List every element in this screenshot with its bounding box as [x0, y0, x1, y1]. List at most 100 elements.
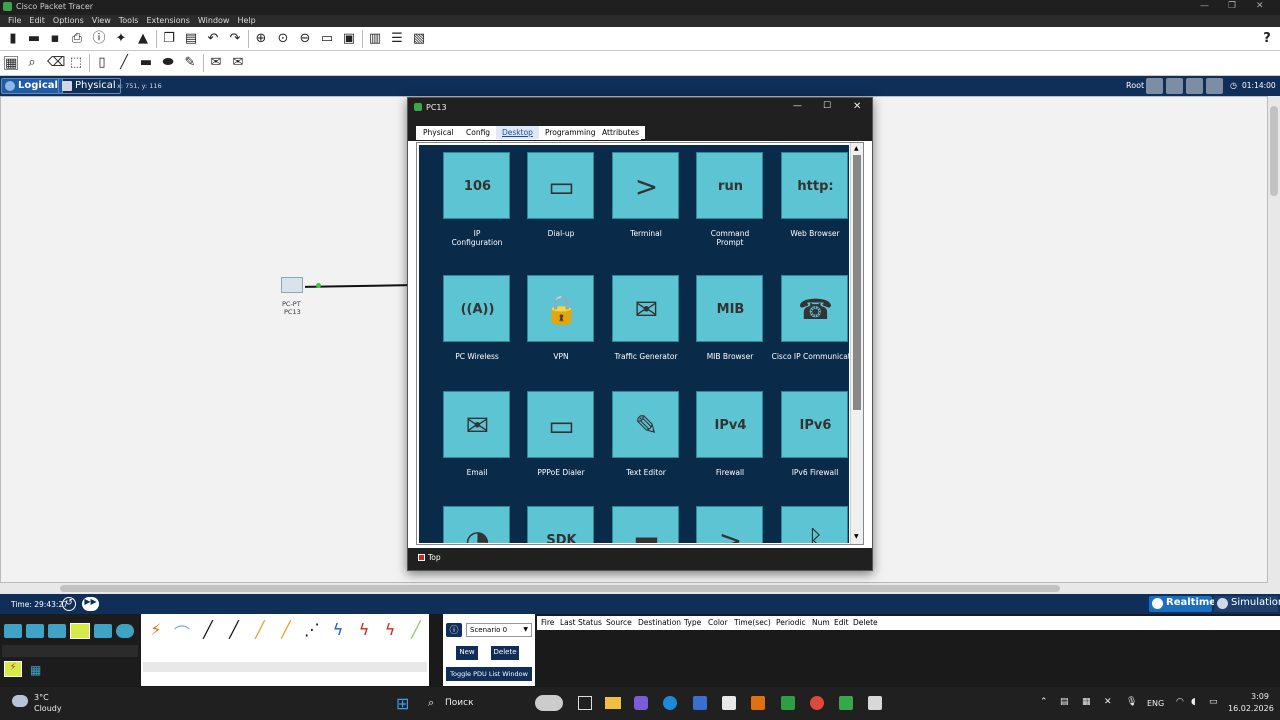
search-icon[interactable]: ⌕: [428, 696, 434, 710]
app-modem-icon[interactable]: ▭ Dial-up: [515, 152, 599, 262]
app-pie-chart-icon[interactable]: ◔: [431, 506, 515, 543]
logical-mode-button[interactable]: Logical: [1, 78, 63, 94]
notes-icon[interactable]: ▥: [368, 32, 382, 46]
store-icon[interactable]: [693, 696, 707, 710]
app-mib-browser-icon[interactable]: MIB MIB Browser: [684, 275, 768, 385]
minimize-icon[interactable]: —: [1200, 1, 1209, 11]
save-icon[interactable]: ▪: [48, 32, 62, 46]
volume-icon[interactable]: ◖: [1191, 697, 1196, 707]
zoom-reset-icon[interactable]: ⊙: [276, 32, 290, 46]
app-wireless-antenna-icon[interactable]: ((A)) PC Wireless: [431, 275, 515, 385]
delete-tool-icon[interactable]: ⌫: [47, 56, 65, 70]
copy-icon[interactable]: ❐: [162, 32, 176, 46]
taskbar-search[interactable]: Поиск: [445, 698, 474, 708]
fast-forward-icon[interactable]: ▶▶: [82, 597, 99, 611]
cloud-icon[interactable]: [1166, 78, 1183, 94]
desktop-scrollbar[interactable]: ▲ ▼: [850, 143, 863, 544]
workspace-vertical-scrollbar[interactable]: [1268, 96, 1280, 583]
app-sdk-box-icon[interactable]: SDK: [515, 506, 599, 543]
back-icon[interactable]: [1146, 78, 1163, 94]
menu-tools[interactable]: Tools: [115, 15, 143, 27]
cloud-category-icon[interactable]: [116, 624, 134, 638]
microphone-icon[interactable]: 🎙: [1126, 697, 1137, 707]
tab-programming[interactable]: Programming: [539, 126, 602, 139]
simulation-mode-button[interactable]: Simulation: [1214, 596, 1280, 612]
app-ipv4-firewall-icon[interactable]: IPv4 Firewall: [684, 391, 768, 501]
excel-icon[interactable]: [781, 696, 795, 710]
open-folder-icon[interactable]: ▬: [27, 32, 41, 46]
start-icon[interactable]: ⊞: [396, 696, 412, 712]
realtime-mode-button[interactable]: Realtime: [1149, 596, 1216, 612]
simple-pdu-icon[interactable]: ✉: [209, 56, 223, 70]
file-explorer-icon[interactable]: [605, 697, 621, 709]
tab-config[interactable]: Config: [460, 126, 497, 139]
edge-icon[interactable]: [663, 696, 677, 710]
physical-mode-button[interactable]: Physical: [58, 78, 121, 94]
scenario-select[interactable]: Scenario 0 ▼: [466, 623, 532, 637]
app-terminal-icon[interactable]: > Terminal: [600, 152, 684, 262]
tray-icon-1[interactable]: ▤: [1060, 697, 1069, 707]
dialog-close-icon[interactable]: ✕: [853, 101, 861, 112]
wizard-icon[interactable]: ✦: [114, 32, 128, 46]
image-icon[interactable]: ▧: [412, 32, 426, 46]
app-icon-grey[interactable]: [868, 696, 882, 710]
router-category-icon[interactable]: [4, 624, 22, 638]
pc-device-icon[interactable]: [281, 277, 303, 293]
select-tool-icon[interactable]: ▦: [4, 56, 18, 71]
dialog-minimize-icon[interactable]: —: [793, 101, 802, 111]
fiber-cable-icon[interactable]: ╱: [249, 620, 271, 640]
server-icon[interactable]: ☰: [390, 32, 404, 46]
menu-help[interactable]: Help: [233, 15, 259, 27]
app-command-prompt-icon[interactable]: run Command Prompt: [684, 152, 768, 262]
auto-connection-icon[interactable]: ⚡: [4, 661, 22, 677]
chrome-icon[interactable]: [810, 696, 824, 710]
tray-chevron-icon[interactable]: ⌃: [1040, 697, 1048, 707]
end-devices-category-icon[interactable]: [94, 624, 112, 638]
tab-attributes[interactable]: Attributes: [596, 126, 646, 139]
language-indicator[interactable]: ENG: [1147, 699, 1164, 708]
serial-dte-icon[interactable]: ϟ: [353, 620, 375, 640]
tab-desktop[interactable]: Desktop: [496, 126, 539, 139]
palette-icon[interactable]: ▣: [342, 32, 356, 46]
undo-icon[interactable]: ↶: [206, 32, 220, 46]
tray-icon-3[interactable]: ✕: [1104, 697, 1112, 707]
place-note-icon[interactable]: ▯: [95, 56, 109, 70]
menu-extensions[interactable]: Extensions: [142, 15, 193, 27]
draw-ellipse-icon[interactable]: ⬬: [161, 56, 175, 70]
menu-file[interactable]: File: [4, 15, 25, 27]
delete-scenario-button[interactable]: Delete: [491, 646, 519, 660]
iot-cable-icon[interactable]: ╱: [405, 620, 427, 640]
workspace-horizontal-scrollbar[interactable]: [0, 583, 1280, 594]
zoom-out-icon[interactable]: ⊖: [298, 32, 312, 46]
tray-icon-2[interactable]: ▦: [1082, 697, 1091, 707]
paste-icon[interactable]: ▤: [184, 32, 198, 46]
task-view-icon[interactable]: [578, 696, 592, 710]
connections-scrollbar[interactable]: [143, 662, 427, 672]
menu-options[interactable]: Options: [49, 15, 88, 27]
crossover-cable-icon[interactable]: ╱: [223, 620, 245, 640]
lightning-cable-icon[interactable]: ⚡: [145, 620, 167, 640]
app-text-editor-icon[interactable]: ✎ Text Editor: [600, 391, 684, 501]
viewport-icon[interactable]: [1206, 78, 1223, 94]
help-icon[interactable]: ?: [1260, 32, 1274, 46]
straight-through-cable-icon[interactable]: ╱: [197, 620, 219, 640]
app-vpn-lock-icon[interactable]: 🔒 VPN: [515, 275, 599, 385]
reset-time-icon[interactable]: ↺: [62, 597, 76, 611]
app-folder-icon[interactable]: ▬: [600, 506, 684, 543]
connections-category-icon[interactable]: [70, 623, 90, 639]
activity-icon[interactable]: ▲: [136, 32, 150, 46]
print-icon[interactable]: ⎙: [70, 32, 84, 46]
rect-select-icon[interactable]: ▭: [320, 32, 334, 46]
notes-app-icon[interactable]: [722, 696, 736, 710]
draw-rect-icon[interactable]: ▬: [139, 56, 153, 70]
toggle-pdu-list-button[interactable]: Toggle PDU List Window: [446, 667, 532, 681]
coaxial-cable-icon[interactable]: ⋰: [301, 620, 323, 640]
new-file-icon[interactable]: ▮: [6, 32, 20, 46]
top-checkbox[interactable]: [418, 554, 425, 561]
menu-edit[interactable]: Edit: [25, 15, 49, 27]
switch-category-icon[interactable]: [26, 624, 44, 638]
redo-icon[interactable]: ↷: [228, 32, 242, 46]
scroll-up-icon[interactable]: ▲: [854, 145, 859, 152]
battery-icon[interactable]: ▭: [1209, 697, 1218, 707]
console-cable-icon[interactable]: ⌒: [171, 620, 193, 643]
